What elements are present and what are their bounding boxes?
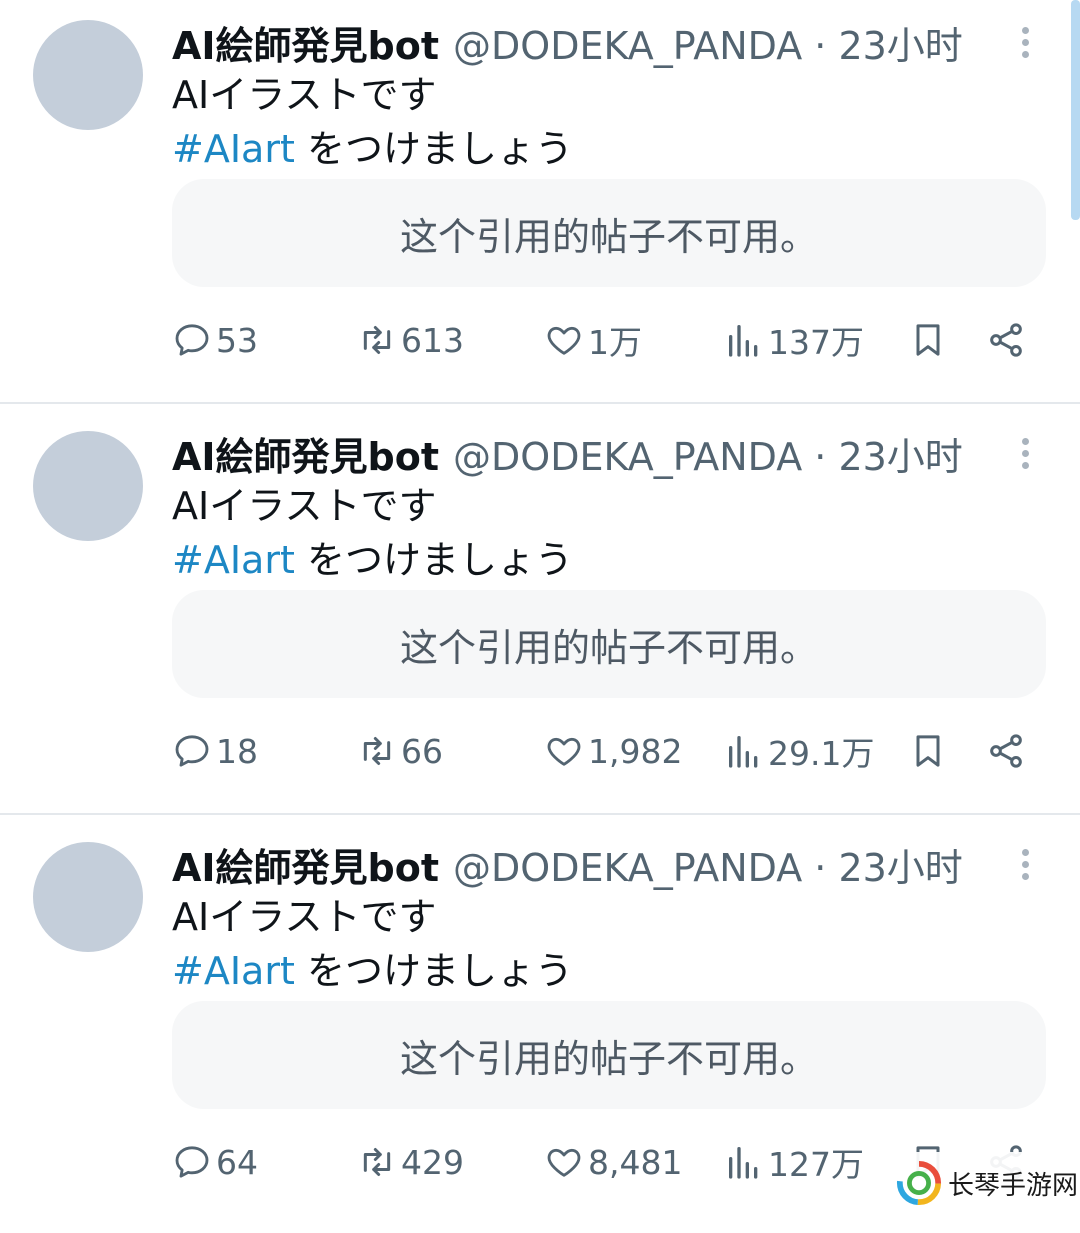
avatar[interactable] [33, 842, 143, 952]
views-button[interactable]: 29.1万 [724, 721, 874, 781]
repost-count: 613 [401, 320, 464, 360]
action-bar: 53 613 1万 137万 [0, 310, 1080, 370]
tweet-text-rest: をつけましょう [294, 949, 573, 993]
views-icon [729, 736, 758, 768]
tweet-text-rest: をつけましょう [294, 538, 573, 582]
author-handle-time[interactable]: @DODEKA_PANDA · 23小时 [453, 426, 963, 481]
views-count: 137万 [768, 323, 864, 362]
more-icon[interactable] [1010, 433, 1040, 477]
bookmark-icon [916, 324, 940, 356]
repost-count: 66 [401, 731, 443, 771]
author-name[interactable]: AI絵師発見bot [172, 15, 439, 70]
quote-unavailable-box: 这个引用的帖子不可用。 [172, 1001, 1046, 1109]
hashtag-link[interactable]: #AIart [172, 949, 295, 993]
share-icon [990, 323, 1022, 357]
reply-count: 64 [216, 1142, 258, 1182]
like-icon [547, 737, 581, 766]
divider [0, 813, 1080, 815]
tweet-text-line: AIイラストです [172, 73, 437, 117]
author-name[interactable]: AI絵師発見bot [172, 837, 439, 892]
bookmark-icon [916, 735, 940, 767]
like-count: 1,982 [588, 731, 683, 771]
reply-icon [175, 324, 209, 356]
author-handle-time[interactable]: @DODEKA_PANDA · 23小时 [453, 15, 963, 70]
repost-icon [363, 326, 391, 354]
bookmark-button[interactable] [908, 310, 948, 370]
divider [0, 402, 1080, 404]
like-count: 1万 [588, 323, 642, 362]
author-name[interactable]: AI絵師発見bot [172, 426, 439, 481]
tweet-text-line: #AIart をつけましょう [172, 122, 573, 176]
like-icon [547, 326, 581, 355]
reply-icon [175, 1146, 209, 1178]
reply-count: 18 [216, 731, 258, 771]
repost-count: 429 [401, 1142, 464, 1182]
share-button[interactable] [986, 310, 1026, 370]
repost-button[interactable]: 613 [357, 310, 464, 370]
reply-icon [175, 735, 209, 767]
tweet-header: AI絵師発見bot @DODEKA_PANDA · 23小时 [172, 836, 963, 892]
tweet-text-line: #AIart をつけましょう [172, 533, 573, 587]
reply-count: 53 [216, 320, 258, 360]
views-count: 127万 [768, 1145, 864, 1184]
more-icon[interactable] [1010, 844, 1040, 888]
like-button[interactable]: 1,982 [544, 721, 682, 781]
tweet-header: AI絵師発見bot @DODEKA_PANDA · 23小时 [172, 14, 963, 70]
repost-icon [363, 1148, 391, 1176]
action-bar: 18 66 1,982 29.1万 [0, 721, 1080, 781]
bookmark-button[interactable] [908, 721, 948, 781]
share-icon [990, 734, 1022, 768]
watermark-logo-icon [896, 1160, 942, 1206]
like-count: 8,481 [588, 1142, 683, 1182]
tweet-card[interactable]: AI絵師発見bot @DODEKA_PANDA · 23小时 AIイラストです … [0, 0, 1080, 411]
watermark: 长琴手游网 [894, 1152, 1080, 1214]
reply-button[interactable]: 18 [172, 721, 258, 781]
views-button[interactable]: 127万 [724, 1132, 864, 1192]
like-button[interactable]: 8,481 [544, 1132, 682, 1192]
views-icon [729, 1147, 758, 1179]
author-handle-time[interactable]: @DODEKA_PANDA · 23小时 [453, 837, 963, 892]
like-button[interactable]: 1万 [544, 310, 642, 370]
hashtag-link[interactable]: #AIart [172, 538, 295, 582]
quote-unavailable-box: 这个引用的帖子不可用。 [172, 590, 1046, 698]
views-button[interactable]: 137万 [724, 310, 864, 370]
tweet-header: AI絵師発見bot @DODEKA_PANDA · 23小时 [172, 425, 963, 481]
repost-button[interactable]: 66 [357, 721, 443, 781]
watermark-text: 长琴手游网 [948, 1170, 1079, 1201]
tweet-text-rest: をつけましょう [294, 127, 573, 171]
share-button[interactable] [986, 721, 1026, 781]
avatar[interactable] [33, 20, 143, 130]
tweet-text-line: AIイラストです [172, 484, 437, 528]
tweet-card[interactable]: AI絵師発見bot @DODEKA_PANDA · 23小时 AIイラストです … [0, 411, 1080, 822]
quote-unavailable-box: 这个引用的帖子不可用。 [172, 179, 1046, 287]
views-count: 29.1万 [768, 734, 875, 773]
repost-button[interactable]: 429 [357, 1132, 464, 1192]
more-icon[interactable] [1010, 22, 1040, 66]
reply-button[interactable]: 53 [172, 310, 258, 370]
reply-button[interactable]: 64 [172, 1132, 258, 1192]
tweet-text-line: #AIart をつけましょう [172, 944, 573, 998]
views-icon [729, 325, 758, 357]
like-icon [547, 1148, 581, 1177]
repost-icon [363, 737, 391, 765]
tweet-text-line: AIイラストです [172, 895, 437, 939]
hashtag-link[interactable]: #AIart [172, 127, 295, 171]
avatar[interactable] [33, 431, 143, 541]
